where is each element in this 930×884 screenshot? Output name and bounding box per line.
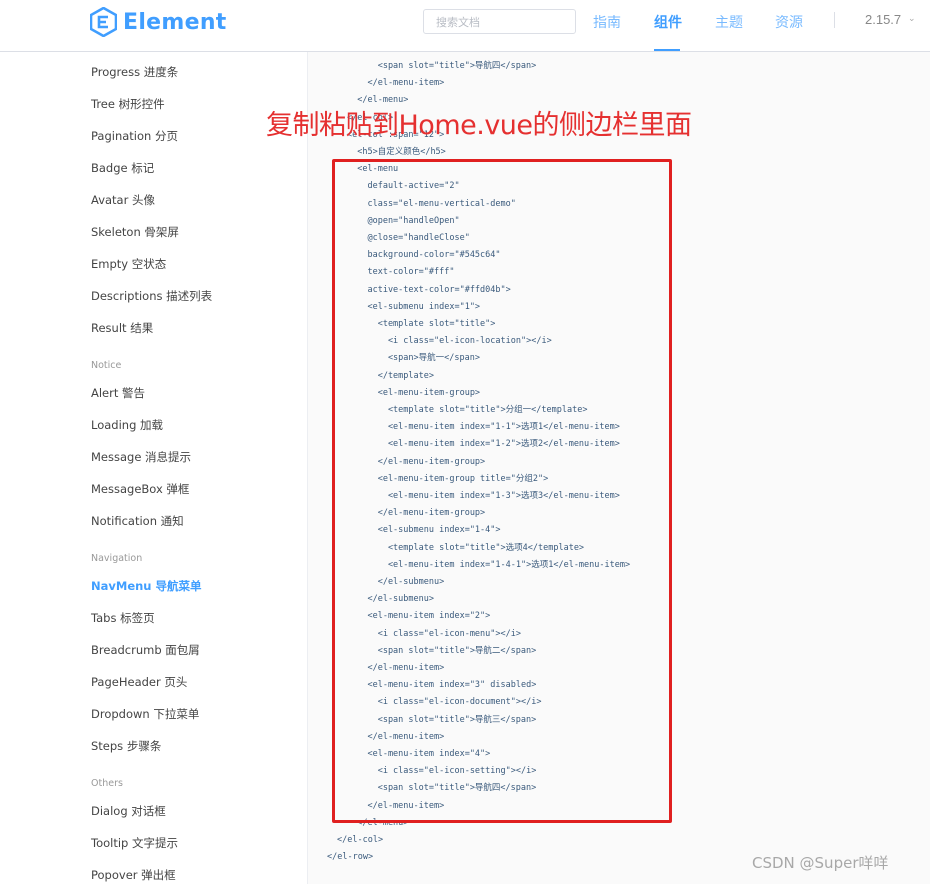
sidebar-item-messagebox[interactable]: MessageBox 弹框 xyxy=(91,481,189,497)
search-input[interactable]: 搜索文档 xyxy=(423,9,576,34)
sidebar-item-pageheader[interactable]: PageHeader 页头 xyxy=(91,674,187,690)
nav-resource[interactable]: 资源 xyxy=(775,12,803,32)
sidebar-item-breadcrumb[interactable]: Breadcrumb 面包屑 xyxy=(91,642,200,658)
sidebar-item-message[interactable]: Message 消息提示 xyxy=(91,449,191,465)
sidebar-item-pagination[interactable]: Pagination 分页 xyxy=(91,128,178,144)
sidebar-item-navmenu[interactable]: NavMenu 导航菜单 xyxy=(91,578,202,594)
top-header: Element 搜索文档 指南 组件 主题 资源 2.15.7 ⌄ xyxy=(0,0,930,52)
code-line: <h5>自定义颜色</h5> xyxy=(347,147,446,157)
chevron-down-icon[interactable]: ⌄ xyxy=(908,13,916,24)
sidebar-item-dropdown[interactable]: Dropdown 下拉菜单 xyxy=(91,706,199,722)
nav-divider xyxy=(834,12,835,28)
sidebar-item-notification[interactable]: Notification 通知 xyxy=(91,513,184,529)
sidebar-item-result[interactable]: Result 结果 xyxy=(91,320,153,336)
sidebar-group-notice: Notice xyxy=(91,360,122,371)
sidebar-item-dialog[interactable]: Dialog 对话框 xyxy=(91,803,166,819)
sidebar-item-popover[interactable]: Popover 弹出框 xyxy=(91,867,176,883)
sidebar-item-badge[interactable]: Badge 标记 xyxy=(91,160,154,176)
sidebar-item-tree[interactable]: Tree 树形控件 xyxy=(91,96,165,112)
nav-guide[interactable]: 指南 xyxy=(593,12,621,32)
sidebar-item-alert[interactable]: Alert 警告 xyxy=(91,385,145,401)
watermark: CSDN @Super咩咩 xyxy=(752,854,889,872)
sidebar-group-others: Others xyxy=(91,778,123,789)
nav-active-underline xyxy=(654,49,680,51)
nav-theme[interactable]: 主题 xyxy=(715,12,743,32)
highlight-box xyxy=(332,159,672,823)
annotation-text: 复制粘贴到Home.vue的侧边栏里面 xyxy=(266,110,692,141)
code-line: <span slot="title">导航四</span> xyxy=(347,61,537,71)
sidebar-item-loading[interactable]: Loading 加载 xyxy=(91,417,163,433)
code-line: </el-col> xyxy=(337,835,384,845)
sidebar-item-steps[interactable]: Steps 步骤条 xyxy=(91,738,161,754)
sidebar-item-tooltip[interactable]: Tooltip 文字提示 xyxy=(91,835,178,851)
sidebar-item-empty[interactable]: Empty 空状态 xyxy=(91,256,166,272)
sidebar xyxy=(0,52,308,884)
sidebar-group-navigation: Navigation xyxy=(91,553,143,564)
element-logo-icon xyxy=(90,7,117,37)
version-select[interactable]: 2.15.7 xyxy=(865,12,901,27)
logo-text: Element xyxy=(123,9,227,35)
code-line: </el-menu-item> xyxy=(347,78,445,89)
sidebar-item-avatar[interactable]: Avatar 头像 xyxy=(91,192,155,208)
sidebar-item-progress[interactable]: Progress 进度条 xyxy=(91,64,178,80)
code-line: </el-row> xyxy=(327,852,374,863)
element-logo[interactable]: Element xyxy=(90,6,227,38)
nav-component[interactable]: 组件 xyxy=(654,12,682,32)
sidebar-item-skeleton[interactable]: Skeleton 骨架屏 xyxy=(91,224,179,240)
sidebar-item-descriptions[interactable]: Descriptions 描述列表 xyxy=(91,288,212,304)
sidebar-item-tabs[interactable]: Tabs 标签页 xyxy=(91,610,155,626)
